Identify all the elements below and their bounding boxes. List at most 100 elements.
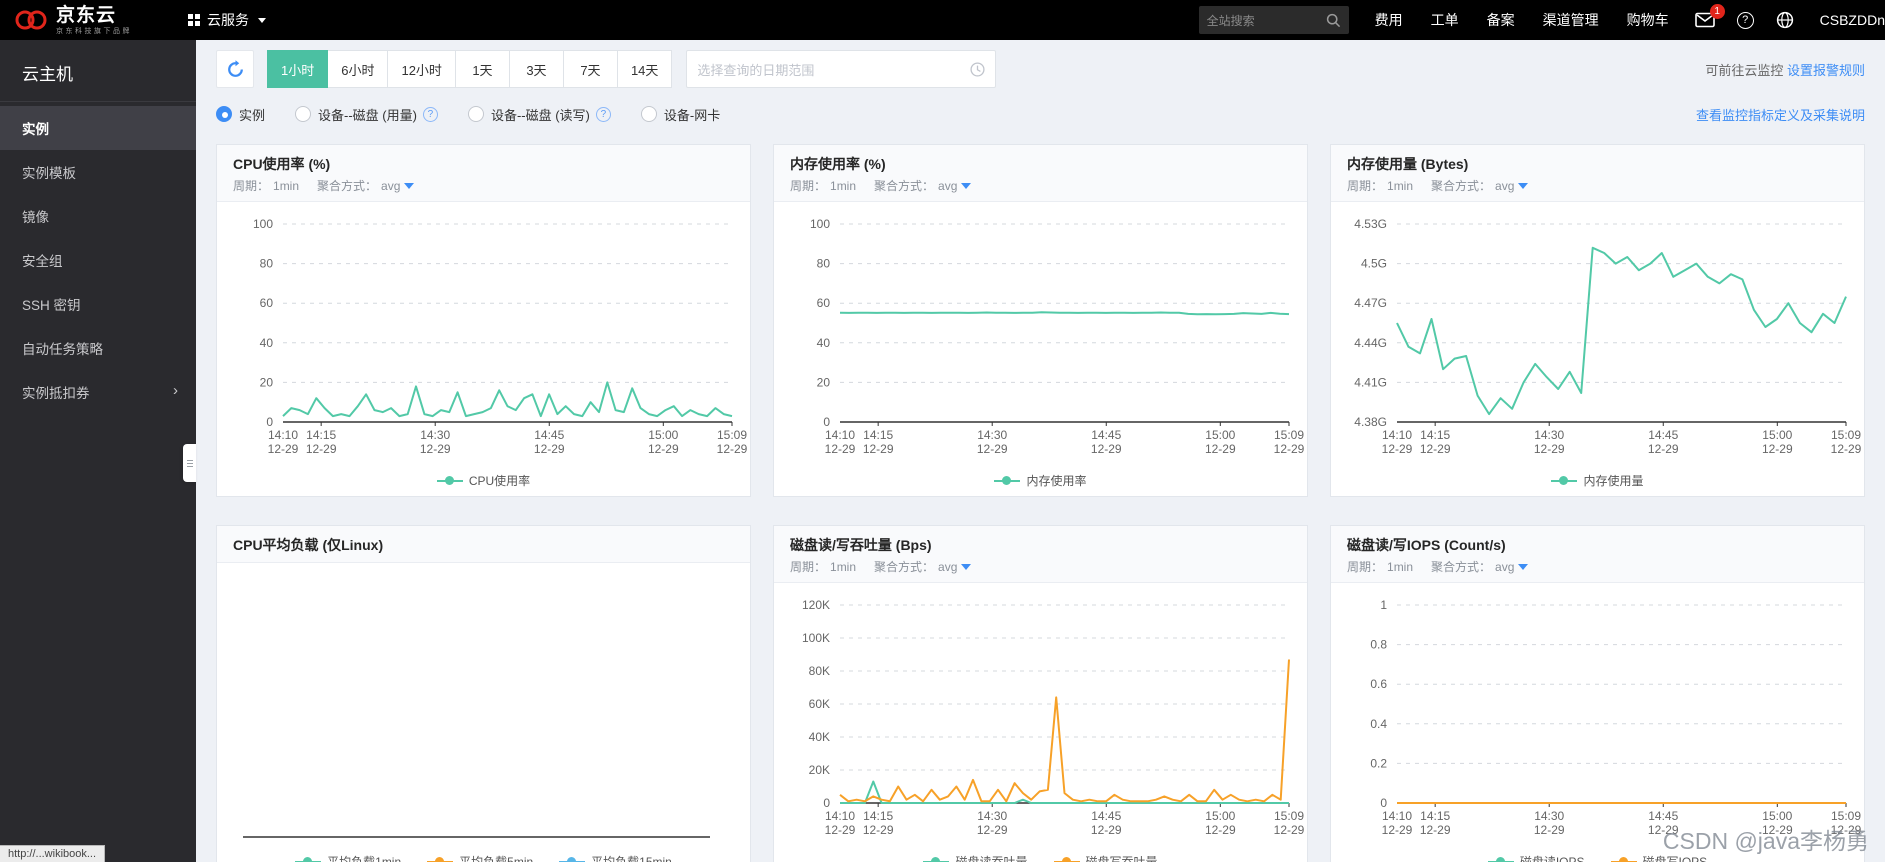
svg-text:60: 60 — [817, 296, 831, 310]
svg-text:20: 20 — [260, 375, 274, 389]
topnav-item-2[interactable]: 备案 — [1487, 10, 1515, 30]
help-icon[interactable]: ? — [596, 107, 611, 122]
chart-canvas-1: 10080604020014:1012-2914:1512-2914:3012-… — [774, 202, 1307, 464]
time-range-button-4[interactable]: 3天 — [509, 50, 564, 88]
svg-text:15:09: 15:09 — [717, 428, 747, 442]
svg-text:14:10: 14:10 — [268, 428, 298, 442]
chart-legend: 平均负载1min 平均负载5min 平均负载15min — [217, 845, 750, 862]
sidebar-item-1[interactable]: 实例模板 — [0, 150, 196, 194]
svg-text:12-29: 12-29 — [1534, 442, 1565, 456]
legend-item-0[interactable]: 磁盘读吞吐量 — [923, 853, 1027, 862]
global-search-input[interactable]: 全站搜索 — [1199, 6, 1349, 34]
username[interactable]: CSBZDDn — [1820, 12, 1885, 28]
time-range-button-3[interactable]: 1天 — [455, 50, 510, 88]
topnav-item-4[interactable]: 购物车 — [1627, 10, 1669, 30]
period-label: 周期： — [1347, 558, 1383, 575]
aggregation-dropdown[interactable]: avg — [381, 179, 414, 193]
messages-button[interactable]: 1 — [1695, 12, 1715, 28]
svg-text:12-29: 12-29 — [1762, 442, 1793, 456]
filter-radio-1[interactable]: 设备--磁盘 (用量)? — [295, 105, 438, 124]
legend-item-0[interactable]: 磁盘读IOPS — [1488, 853, 1585, 862]
sidebar-item-3[interactable]: 安全组 — [0, 238, 196, 282]
svg-text:12-29: 12-29 — [1274, 442, 1305, 456]
period-label: 周期： — [1347, 177, 1383, 194]
legend-item-0[interactable]: 平均负载1min — [295, 853, 401, 862]
refresh-button[interactable] — [216, 50, 254, 88]
sidebar-item-4[interactable]: SSH 密钥 — [0, 282, 196, 326]
time-range-button-5[interactable]: 7天 — [563, 50, 618, 88]
svg-text:12-29: 12-29 — [977, 442, 1008, 456]
help-button[interactable]: ? — [1737, 12, 1754, 29]
language-button[interactable] — [1776, 11, 1794, 29]
metrics-doc-link[interactable]: 查看监控指标定义及采集说明 — [1696, 108, 1865, 123]
svg-text:14:15: 14:15 — [863, 428, 893, 442]
chart-card-header: 内存使用率 (%)周期：1min聚合方式：avg — [774, 145, 1307, 202]
clock-icon — [970, 62, 985, 77]
metrics-doc-wrap: 查看监控指标定义及采集说明 — [1696, 105, 1865, 124]
aggregation-dropdown[interactable]: avg — [938, 179, 971, 193]
chart-title: CPU使用率 (%) — [233, 154, 734, 174]
aggregation-dropdown[interactable]: avg — [1495, 560, 1528, 574]
chart-card-4: 磁盘读/写吞吐量 (Bps)周期：1min聚合方式：avg120K100K80K… — [773, 525, 1308, 862]
svg-text:14:10: 14:10 — [1382, 428, 1412, 442]
svg-text:12-29: 12-29 — [1091, 823, 1122, 837]
sidebar-item-5[interactable]: 自动任务策略 — [0, 326, 196, 370]
brand-subtitle: 京东科技旗下品牌 — [56, 28, 132, 35]
svg-text:14:30: 14:30 — [977, 809, 1007, 823]
topnav-item-0[interactable]: 费用 — [1375, 10, 1403, 30]
svg-text:100: 100 — [253, 217, 273, 231]
page: 京东云 京东科技旗下品牌 云服务 全站搜索 费用 工单 备案 渠道管理 购物车 1 — [0, 0, 1885, 862]
date-range-placeholder: 选择查询的日期范围 — [697, 60, 970, 79]
topnav-item-3[interactable]: 渠道管理 — [1543, 10, 1599, 30]
legend-item-1[interactable]: 磁盘写吞吐量 — [1054, 853, 1158, 862]
legend-item-0[interactable]: 内存使用率 — [994, 472, 1086, 489]
filter-radio-3[interactable]: 设备-网卡 — [641, 105, 720, 124]
chevron-down-icon — [258, 18, 266, 23]
legend-marker — [427, 857, 453, 862]
svg-text:12-29: 12-29 — [268, 442, 299, 456]
charts-grid: CPU使用率 (%)周期：1min聚合方式：avg10080604020014:… — [216, 144, 1865, 862]
legend-marker — [1054, 857, 1080, 862]
legend-item-2[interactable]: 平均负载15min — [559, 853, 672, 862]
chart-title: 磁盘读/写IOPS (Count/s) — [1347, 535, 1848, 555]
sidebar-item-2[interactable]: 镜像 — [0, 194, 196, 238]
brand[interactable]: 京东云 京东科技旗下品牌 — [14, 6, 132, 35]
svg-text:15:09: 15:09 — [1274, 809, 1304, 823]
svg-text:14:45: 14:45 — [534, 428, 564, 442]
sidebar-collapse-handle[interactable] — [183, 444, 196, 482]
legend-item-1[interactable]: 平均负载5min — [427, 853, 533, 862]
filter-radio-0[interactable]: 实例 — [216, 105, 265, 124]
svg-text:1: 1 — [1380, 598, 1387, 612]
time-range-button-2[interactable]: 12小时 — [387, 50, 455, 88]
time-range-button-6[interactable]: 14天 — [617, 50, 672, 88]
svg-text:0: 0 — [1380, 796, 1387, 810]
aggregation-dropdown[interactable]: avg — [1495, 179, 1528, 193]
svg-text:12-29: 12-29 — [648, 442, 679, 456]
legend-dot — [1496, 857, 1505, 862]
svg-text:12-29: 12-29 — [825, 823, 856, 837]
aggregation-dropdown[interactable]: avg — [938, 560, 971, 574]
svg-text:14:30: 14:30 — [977, 428, 1007, 442]
svg-text:15:09: 15:09 — [1831, 809, 1861, 823]
time-range-button-1[interactable]: 6小时 — [327, 50, 388, 88]
chart-subheader: 周期： 1min 聚合方式： avg — [1347, 177, 1848, 194]
svg-text:4.47G: 4.47G — [1354, 296, 1387, 310]
legend-item-0[interactable]: CPU使用率 — [437, 472, 530, 489]
topnav-item-1[interactable]: 工单 — [1431, 10, 1459, 30]
legend-dot — [931, 857, 940, 862]
period-value: 1min — [1387, 179, 1413, 193]
sidebar-item-6[interactable]: 实例抵扣券› — [0, 370, 196, 414]
filter-radio-2[interactable]: 设备--磁盘 (读写)? — [468, 105, 611, 124]
sidebar-item-0[interactable]: 实例 — [0, 106, 196, 150]
sidebar-item-label: 安全组 — [22, 254, 63, 269]
alarm-rules-link[interactable]: 设置报警规则 — [1787, 63, 1865, 78]
time-range-button-0[interactable]: 1小时 — [267, 50, 328, 88]
aggregation-label: 聚合方式： — [1431, 177, 1491, 194]
help-icon[interactable]: ? — [423, 107, 438, 122]
sidebar-item-label: 镜像 — [22, 210, 49, 225]
chart-title: 内存使用率 (%) — [790, 154, 1291, 174]
legend-item-0[interactable]: 内存使用量 — [1551, 472, 1643, 489]
product-switcher[interactable]: 云服务 — [188, 10, 266, 30]
date-range-input[interactable]: 选择查询的日期范围 — [686, 50, 996, 88]
cloud-monitor-note: 可前往云监控 设置报警规则 — [1705, 60, 1865, 79]
